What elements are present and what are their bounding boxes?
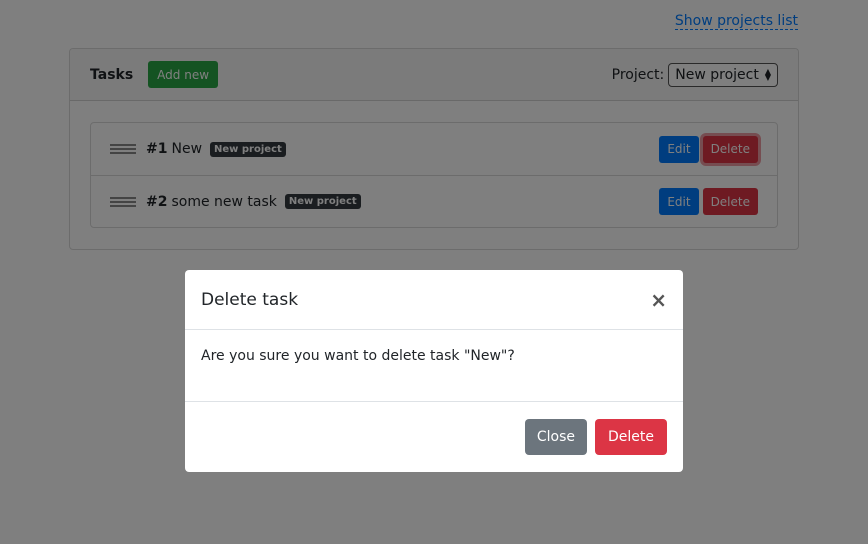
close-button[interactable]: Close <box>524 418 587 455</box>
page: Show projects list Tasks Add new Project… <box>0 0 868 544</box>
delete-task-modal: Delete task × Are you sure you want to d… <box>185 270 683 472</box>
modal-title: Delete task <box>201 289 299 310</box>
modal-body: Are you sure you want to delete task "Ne… <box>185 330 683 402</box>
modal-footer: Close Delete <box>185 402 683 471</box>
modal-header: Delete task × <box>185 270 683 330</box>
confirm-delete-button[interactable]: Delete <box>595 418 667 455</box>
close-icon[interactable]: × <box>650 290 667 310</box>
